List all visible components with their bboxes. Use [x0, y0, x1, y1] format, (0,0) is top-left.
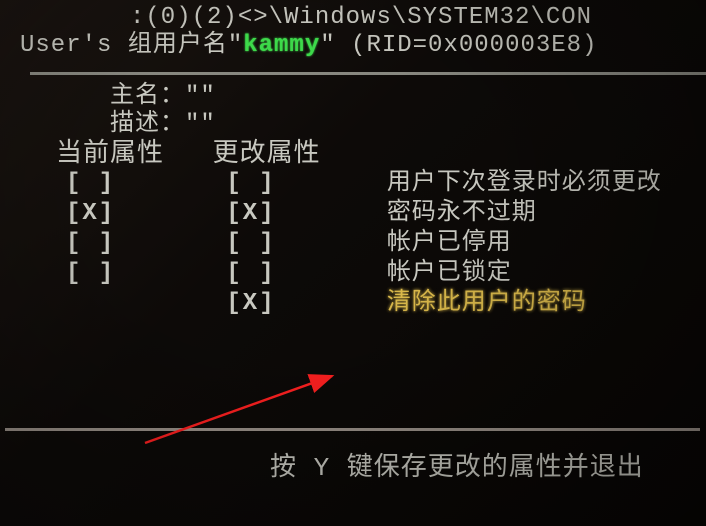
table-header: 当前属性 更改属性 — [56, 139, 706, 169]
username: kammy — [243, 32, 320, 59]
current-checkbox[interactable]: [ ] — [56, 259, 196, 289]
user-suffix: " (RID=0x000003E8) — [320, 32, 597, 59]
name-row: 主名："" — [110, 83, 706, 111]
row-label: 密码永不过期 — [387, 199, 537, 229]
user-prefix: User's 组用户名" — [20, 32, 243, 59]
change-checkbox[interactable]: [ ] — [211, 259, 371, 289]
change-checkbox[interactable]: [ ] — [211, 169, 371, 199]
current-checkbox[interactable]: [ ] — [56, 169, 196, 199]
footer-prompt: 按 Y 键保存更改的属性并退出 — [270, 446, 644, 483]
divider-top — [30, 72, 706, 75]
desc-row: 描述："" — [110, 111, 706, 139]
change-checkbox[interactable]: [X] — [211, 199, 371, 229]
path-line: :(0)(2)<>\Windows\SYSTEM32\CON — [20, 4, 706, 32]
footer-text: 按 Y 键保存更改的属性并退出 — [270, 453, 644, 483]
field-labels: 主名："" 描述："" — [20, 83, 706, 139]
name-value: "" — [185, 83, 216, 110]
current-checkbox[interactable]: [X] — [56, 199, 196, 229]
table-row: [ ] [ ] 帐户已锁定 — [56, 259, 706, 289]
table-row: [ ] [ ] 帐户已停用 — [56, 229, 706, 259]
header: :(0)(2)<>\Windows\SYSTEM32\CON User's 组用… — [20, 4, 706, 60]
row-label: 清除此用户的密码 — [387, 289, 587, 319]
change-checkbox[interactable]: [ ] — [211, 229, 371, 259]
table-row: [ ] [ ] 用户下次登录时必须更改 — [56, 169, 706, 199]
row-label: 帐户已停用 — [387, 229, 512, 259]
col-current-header: 当前属性 — [56, 139, 196, 169]
current-checkbox[interactable]: [ ] — [56, 229, 196, 259]
divider-bottom — [5, 428, 700, 431]
row-label: 用户下次登录时必须更改 — [387, 169, 662, 199]
table-row: [X] [X] 密码永不过期 — [56, 199, 706, 229]
attribute-table: 当前属性 更改属性 [ ] [ ] 用户下次登录时必须更改 [X] [X] 密码… — [20, 139, 706, 319]
annotation-arrow — [140, 370, 360, 450]
table-row: [X] 清除此用户的密码 — [56, 289, 706, 319]
desc-label: 描述： — [110, 111, 185, 138]
desc-value: "" — [185, 111, 216, 138]
user-line: User's 组用户名"kammy" (RID=0x000003E8) — [20, 32, 706, 60]
row-label: 帐户已锁定 — [387, 259, 512, 289]
col-change-header: 更改属性 — [213, 139, 373, 169]
change-checkbox[interactable]: [X] — [211, 289, 371, 319]
name-label: 主名： — [110, 83, 185, 110]
path-text: :(0)(2)<>\Windows\SYSTEM32\CON — [130, 4, 592, 31]
